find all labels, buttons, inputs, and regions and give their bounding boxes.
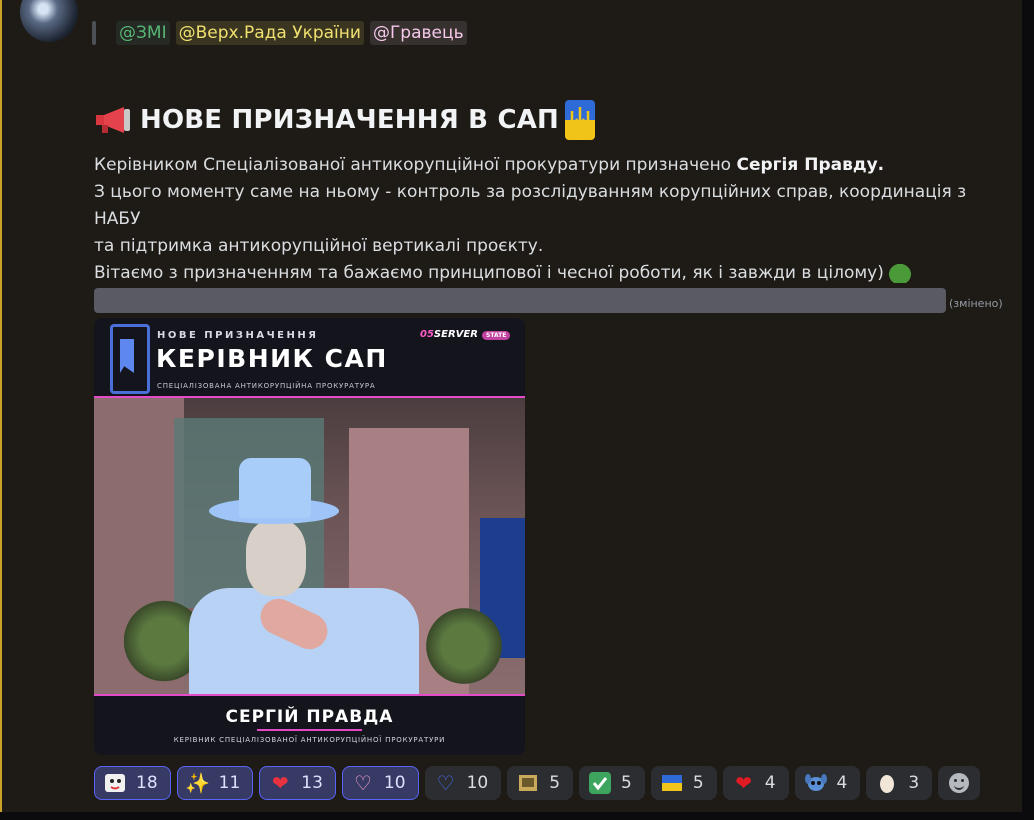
sticker-emoji-icon — [103, 771, 127, 795]
reaction-count: 5 — [621, 773, 632, 793]
server-label: 05SERVER — [420, 329, 478, 340]
reaction-count: 5 — [549, 773, 561, 793]
egg-icon — [875, 771, 899, 795]
ukraine-trident-icon — [565, 100, 596, 140]
mention-hravets[interactable]: @Гравець — [369, 21, 467, 45]
reaction-count: 11 — [218, 773, 241, 793]
reaction-count: 4 — [836, 773, 848, 793]
body-line-2: З цього моменту саме на ньому - контроль… — [94, 182, 967, 229]
name-underline — [257, 729, 362, 731]
reaction-custom[interactable]: 5 — [507, 766, 574, 800]
add-reaction-icon — [949, 773, 970, 793]
pepe-emoji-icon — [885, 261, 914, 283]
reaction-blue-heart[interactable]: ♡ 10 — [424, 766, 502, 800]
pink-heart-outline-icon: ♡ — [353, 771, 372, 795]
reaction-pink-heart[interactable]: ♡ 10 — [341, 766, 419, 800]
reactions-bar: 18 ✨ 11 ❤ 13 ♡ 10 ♡ 10 5 5 5 ❤ 4 4 3 — [94, 766, 981, 800]
image-name: СЕРГІЙ ПРАВДА — [225, 707, 394, 727]
reaction-check[interactable]: 5 — [579, 766, 645, 800]
reaction-count: 10 — [383, 773, 406, 793]
avatar[interactable] — [20, 0, 78, 42]
server-word: SERVER — [433, 329, 478, 340]
image-small-title: НОВЕ ПРИЗНАЧЕННЯ — [157, 330, 319, 341]
reaction-egg[interactable]: 3 — [866, 766, 933, 800]
quote-bar — [92, 21, 96, 45]
attachment-image[interactable]: НОВЕ ПРИЗНАЧЕННЯ КЕРІВНИК САП СПЕЦІАЛІЗО… — [94, 318, 525, 755]
server-number: 05 — [420, 329, 434, 340]
add-reaction-button[interactable] — [938, 766, 981, 800]
reaction-count: 4 — [764, 773, 776, 793]
image-header: НОВЕ ПРИЗНАЧЕННЯ КЕРІВНИК САП СПЕЦІАЛІЗО… — [94, 318, 525, 396]
window-edge-right — [1022, 0, 1034, 820]
image-subtitle: СПЕЦІАЛІЗОВАНА АНТИКОРУПЦІЙНА ПРОКУРАТУР… — [157, 382, 376, 390]
reaction-count: 10 — [466, 773, 489, 793]
body-line-4: Вітаємо з призначенням та бажаємо принци… — [94, 260, 1004, 287]
character-portrait — [189, 458, 419, 694]
reaction-ukraine[interactable]: 5 — [650, 766, 717, 800]
mentions-quote: @ЗМІ @Верх.Рада України @Гравець — [92, 19, 467, 47]
author-header — [94, 0, 564, 8]
sparkles-icon: ✨ — [185, 771, 211, 795]
check-mark-icon — [588, 771, 612, 795]
appointee-name: Сергія Правду. — [736, 155, 885, 175]
body-line-1: Керівником Спеціалізованої антикорупційн… — [94, 152, 1004, 179]
edited-label: (змінено) — [949, 297, 1003, 310]
reaction-count: 3 — [908, 773, 920, 793]
body-line-4-text: Вітаємо з призначенням та бажаємо принци… — [94, 263, 884, 283]
pixel-heart-icon: ❤ — [735, 771, 753, 795]
reaction-count: 13 — [301, 773, 323, 793]
body-line-1-text: Керівником Спеціалізованої антикорупційн… — [94, 155, 737, 175]
body-line-3: та підтримка антикорупційної вертикалі п… — [94, 236, 544, 256]
mention-verkh-rada[interactable]: @Верх.Рада України — [175, 21, 364, 45]
mention-zmi[interactable]: @ЗМІ — [116, 21, 170, 45]
window-edge-bottom — [0, 812, 1034, 820]
image-big-title: КЕРІВНИК САП — [156, 344, 388, 373]
reaction-count: 5 — [692, 773, 704, 793]
image-name-subtitle: КЕРІВНИК СПЕЦІАЛІЗОВАНОЇ АНТИКОРУПЦІЙНОЇ… — [173, 736, 446, 744]
reaction-count: 18 — [136, 773, 158, 793]
trident-icon — [570, 107, 590, 133]
sap-logo-icon — [110, 324, 150, 394]
red-heart-icon: ❤ — [271, 771, 289, 795]
reaction-pixel-heart[interactable]: ❤ 4 — [722, 766, 789, 800]
message-title: НОВЕ ПРИЗНАЧЕННЯ В САП — [94, 100, 596, 140]
image-footer: СЕРГІЙ ПРАВДА КЕРІВНИК СПЕЦІАЛІЗОВАНОЇ А… — [94, 696, 525, 755]
message-body: Керівником Спеціалізованої антикорупційн… — [94, 152, 1004, 287]
ukraine-emoji-icon — [660, 771, 684, 795]
blue-heart-outline-icon: ♡ — [436, 771, 455, 795]
spoiler-text[interactable] — [94, 288, 946, 313]
state-badge: STATE — [482, 331, 511, 340]
title-text: НОВЕ ПРИЗНАЧЕННЯ В САП — [140, 105, 560, 135]
reaction-sparkles[interactable]: ✨ 11 — [176, 766, 254, 800]
reaction-sticker[interactable]: 18 — [94, 766, 171, 800]
reaction-stitch[interactable]: 4 — [794, 766, 861, 800]
megaphone-icon — [96, 107, 130, 133]
stitch-emoji-icon — [804, 771, 828, 795]
custom-emoji-icon — [516, 771, 540, 795]
message-container: @ЗМІ @Верх.Рада України @Гравець НОВЕ ПР… — [0, 0, 1024, 812]
image-scene — [94, 398, 525, 694]
reaction-red-heart[interactable]: ❤ 13 — [259, 766, 336, 800]
